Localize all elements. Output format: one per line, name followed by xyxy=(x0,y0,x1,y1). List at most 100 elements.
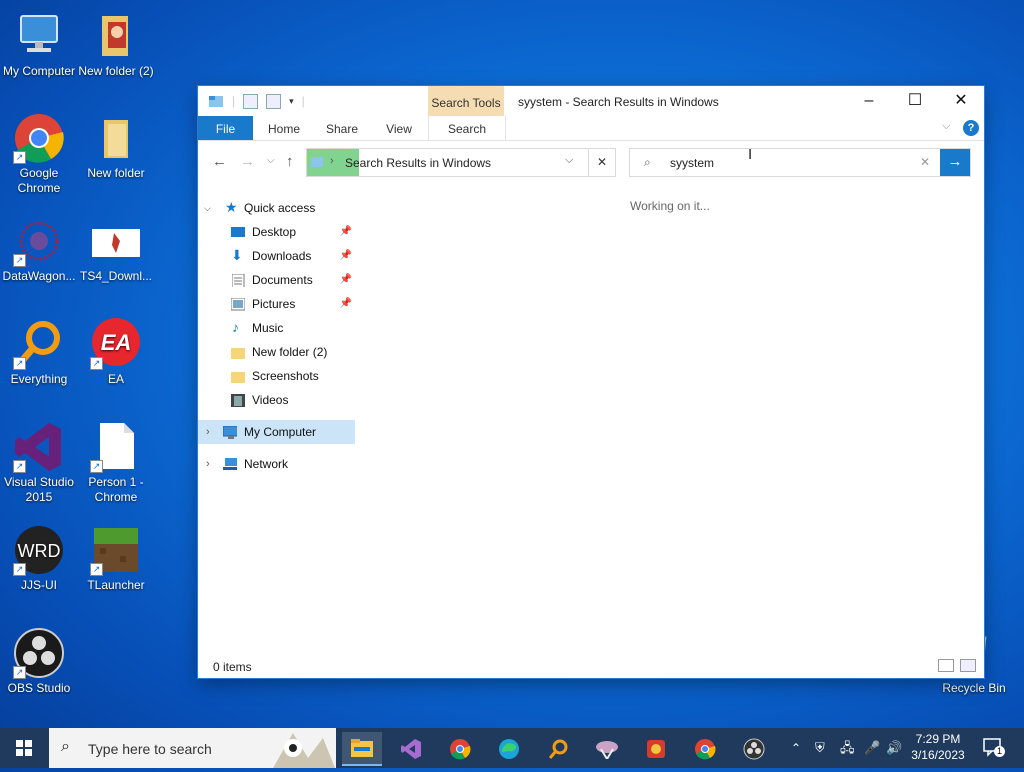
search-folder-icon xyxy=(311,157,323,167)
clock[interactable]: 7:29 PM 3/16/2023 xyxy=(906,731,970,763)
desktop-icon-ts4-download[interactable]: TS4_Downl... xyxy=(77,215,155,284)
taskbar-app-game[interactable] xyxy=(636,732,676,764)
search-input[interactable]: syystem xyxy=(670,156,714,170)
pictures-icon xyxy=(231,298,245,311)
nav-quick-access[interactable]: ⌵ ★ Quick access xyxy=(198,196,355,220)
desktop-icon-ea[interactable]: EA ↗ EA xyxy=(77,318,155,387)
star-icon: ★ xyxy=(225,199,238,215)
customize-toolbar-icon[interactable]: ▾ xyxy=(289,96,294,107)
notification-center-icon[interactable]: 1 xyxy=(982,736,1005,758)
show-hidden-icons-icon[interactable]: ⌃ xyxy=(791,728,801,768)
desktop-icon-label: My Computer xyxy=(2,64,76,78)
wrd-icon: WRD ↗ xyxy=(13,524,65,576)
tab-search[interactable]: Search xyxy=(428,116,506,140)
address-bar[interactable]: › Search Results in Windows ⌵ xyxy=(306,148,616,177)
desktop-icon-person-1-chrome[interactable]: ↗ Person 1 - Chrome xyxy=(77,421,155,505)
taskbar-search-input[interactable]: Type here to search xyxy=(88,741,212,757)
desktop-icon-new-folder-2[interactable]: New folder (2) xyxy=(77,10,155,79)
desktop-icon-label: Visual Studio 2015 xyxy=(4,475,74,504)
network-tray-icon[interactable]: 🖧 xyxy=(840,728,855,768)
address-row: ← → ⌵ ↑ › Search Results in Windows ⌵ ✕ … xyxy=(198,141,984,181)
expand-chevron-icon[interactable]: › xyxy=(206,420,210,444)
taskbar-chrome[interactable] xyxy=(440,732,480,764)
taskbar-obs[interactable] xyxy=(734,732,774,764)
help-icon[interactable]: ? xyxy=(963,120,979,136)
status-item-count: 0 items xyxy=(213,660,252,674)
file-explorer-icon xyxy=(351,739,373,757)
folder-icon xyxy=(231,348,245,359)
nav-item-downloads[interactable]: ⬇ Downloads 📌 xyxy=(198,244,355,268)
expand-chevron-icon[interactable]: ⌵ xyxy=(204,196,211,220)
desktop-icon-visual-studio[interactable]: ↗ Visual Studio 2015 xyxy=(0,421,78,505)
close-button[interactable]: ✕ xyxy=(938,86,984,116)
nav-network[interactable]: › Network xyxy=(198,452,355,476)
search-box[interactable]: ⌕ syystem ✕ → xyxy=(629,148,971,177)
taskbar-file-explorer[interactable] xyxy=(342,732,382,766)
volume-icon[interactable]: 🔊 xyxy=(886,728,902,768)
nav-item-new-folder-2[interactable]: New folder (2) xyxy=(198,340,355,364)
up-icon[interactable]: ↑ xyxy=(286,153,294,170)
title-bar: | ▾ | Search Tools syystem - Search Resu… xyxy=(198,86,984,116)
desktop-icon-my-computer[interactable]: My Computer xyxy=(0,10,78,79)
shortcut-arrow-icon: ↗ xyxy=(13,563,26,576)
desktop-icon-everything[interactable]: ↗ Everything xyxy=(0,318,78,387)
properties-icon[interactable] xyxy=(243,93,259,109)
nav-item-music[interactable]: ♪ Music xyxy=(198,316,355,340)
taskbar-everything[interactable] xyxy=(538,732,578,764)
desktop-icon-obs-studio[interactable]: ↗ OBS Studio xyxy=(0,627,78,696)
folder-icon xyxy=(231,372,245,383)
taskbar-edge[interactable] xyxy=(489,732,529,764)
microphone-icon[interactable]: 🎤 xyxy=(864,728,880,768)
address-dropdown-icon[interactable]: ⌵ xyxy=(565,154,573,167)
back-icon[interactable]: ← xyxy=(212,153,227,170)
details-view-icon[interactable] xyxy=(938,659,954,672)
large-icons-view-icon[interactable] xyxy=(960,659,976,672)
nav-item-documents[interactable]: Documents 📌 xyxy=(198,268,355,292)
recent-locations-icon[interactable]: ⌵ xyxy=(267,155,275,166)
taskbar-app-snipping[interactable] xyxy=(587,732,627,764)
folder-icon xyxy=(90,112,142,164)
ea-icon: EA ↗ xyxy=(90,318,142,370)
tab-home[interactable]: Home xyxy=(266,116,302,140)
shortcut-arrow-icon: ↗ xyxy=(13,151,26,164)
search-go-button[interactable]: → xyxy=(940,149,970,176)
start-button[interactable] xyxy=(0,728,48,768)
desktop-icon-datawagon[interactable]: ↗ DataWagon... xyxy=(0,215,78,284)
desktop-icon-label: TLauncher xyxy=(87,578,145,592)
notification-count-badge: 1 xyxy=(994,746,1005,757)
tab-share[interactable]: Share xyxy=(324,116,360,140)
game-app-icon xyxy=(647,740,665,758)
forward-icon[interactable]: → xyxy=(240,153,255,170)
maximize-button[interactable]: ☐ xyxy=(892,86,938,116)
snip-app-icon xyxy=(596,741,618,761)
expand-chevron-icon[interactable]: › xyxy=(206,452,210,476)
stop-search-button[interactable]: ✕ xyxy=(588,148,616,177)
clear-search-icon[interactable]: ✕ xyxy=(920,155,930,169)
videos-icon xyxy=(231,394,245,407)
visual-studio-icon xyxy=(401,739,421,759)
nav-item-videos[interactable]: Videos xyxy=(198,388,355,412)
nav-item-pictures[interactable]: Pictures 📌 xyxy=(198,292,355,316)
tab-file[interactable]: File xyxy=(198,116,253,140)
nav-item-desktop[interactable]: Desktop 📌 xyxy=(198,220,355,244)
taskbar-chrome-2[interactable] xyxy=(685,732,725,764)
desktop-icon-google-chrome[interactable]: ↗ Google Chrome xyxy=(0,112,78,196)
working-status-text: Working on it... xyxy=(630,199,710,213)
expand-ribbon-icon[interactable]: ⌵ xyxy=(942,120,950,133)
everything-icon xyxy=(548,739,568,759)
desktop-icon-jjs-ui[interactable]: WRD ↗ JJS-UI xyxy=(0,524,78,593)
computer-icon xyxy=(13,10,65,62)
minimize-button[interactable]: – xyxy=(846,86,892,116)
new-folder-icon[interactable] xyxy=(266,93,282,109)
desktop-icon-new-folder[interactable]: New folder xyxy=(77,112,155,181)
desktop-icon-tlauncher[interactable]: ↗ TLauncher xyxy=(77,524,155,593)
chrome-icon xyxy=(695,739,716,760)
taskbar-visual-studio[interactable] xyxy=(391,732,431,764)
tab-view[interactable]: View xyxy=(382,116,416,140)
nav-my-computer[interactable]: › My Computer xyxy=(198,420,355,444)
desktop-icon-label: OBS Studio xyxy=(7,681,71,695)
navigation-pane: ⌵ ★ Quick access Desktop 📌 ⬇ Downloads 📌… xyxy=(198,196,355,476)
taskbar-search-box[interactable]: ⌕ Type here to search xyxy=(49,728,336,768)
nav-item-screenshots[interactable]: Screenshots xyxy=(198,364,355,388)
defender-icon[interactable]: ⛨ xyxy=(815,728,825,768)
